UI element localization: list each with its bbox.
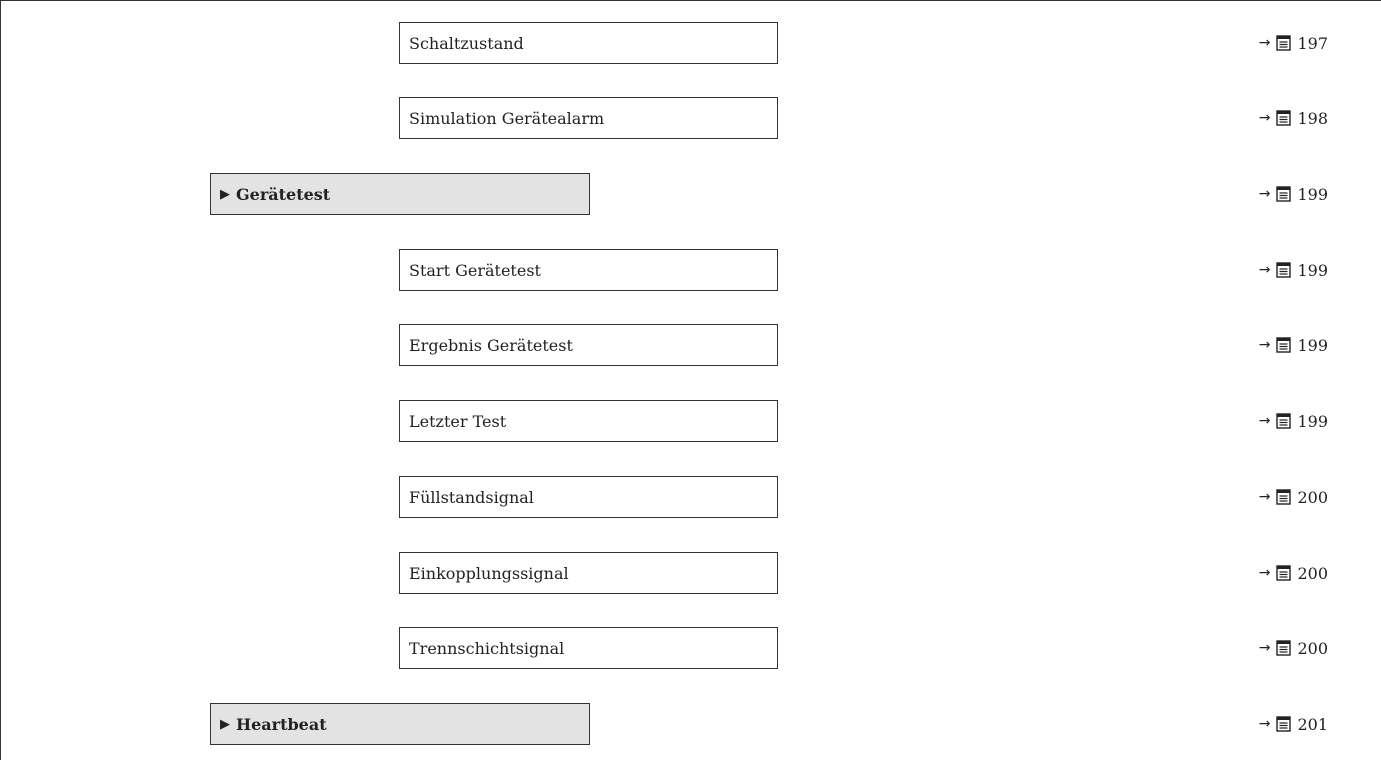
book-page-icon [1276,186,1292,202]
page-number: 198 [1297,108,1328,128]
page-reference[interactable]: → 198 [1259,97,1328,139]
menu-row[interactable]: Trennschichtsignal → 200 [0,627,1381,671]
submenu-row[interactable]: ▶ Heartbeat → 201 [0,703,1381,747]
book-page-icon [1276,413,1292,429]
book-page-icon [1276,35,1292,51]
parameter-box[interactable]: Trennschichtsignal [399,627,778,669]
parameter-box[interactable]: Schaltzustand [399,22,778,64]
arrow-icon: → [1258,110,1271,126]
book-page-icon [1276,640,1292,656]
page-reference[interactable]: → 197 [1259,22,1328,64]
page-number: 200 [1297,487,1328,507]
menu-row[interactable]: Start Gerätetest → 199 [0,249,1381,293]
parameter-box[interactable]: Füllstandsignal [399,476,778,518]
arrow-icon: → [1258,337,1271,353]
arrow-icon: → [1258,262,1271,278]
arrow-icon: → [1258,640,1271,656]
page-reference[interactable]: → 201 [1259,703,1328,745]
page-reference[interactable]: → 199 [1259,324,1328,366]
page-number: 199 [1297,184,1328,204]
page-reference[interactable]: → 199 [1259,400,1328,442]
page-reference[interactable]: → 200 [1259,627,1328,669]
menu-row[interactable]: Schaltzustand → 197 [0,22,1381,66]
parameter-label: Ergebnis Gerätetest [409,335,573,355]
book-page-icon [1276,110,1292,126]
submenu-row[interactable]: ▶ Gerätetest → 199 [0,173,1381,217]
parameter-label: Simulation Gerätealarm [409,108,605,128]
arrow-icon: → [1258,413,1271,429]
parameter-box[interactable]: Start Gerätetest [399,249,778,291]
page-reference[interactable]: → 199 [1259,249,1328,291]
submenu-label: Gerätetest [236,184,331,204]
parameter-label: Start Gerätetest [409,260,541,280]
page-reference[interactable]: → 200 [1259,552,1328,594]
parameter-label: Schaltzustand [409,33,524,53]
page-number: 201 [1297,714,1328,734]
arrow-icon: → [1258,489,1271,505]
arrow-icon: → [1258,565,1271,581]
menu-row[interactable]: Simulation Gerätealarm → 198 [0,97,1381,141]
page-reference[interactable]: → 199 [1259,173,1328,215]
triangle-right-icon: ▶ [220,716,230,732]
submenu-box[interactable]: ▶ Heartbeat [210,703,590,745]
parameter-label: Letzter Test [409,411,507,431]
menu-row[interactable]: Einkopplungssignal → 200 [0,552,1381,596]
book-page-icon [1276,489,1292,505]
page-number: 200 [1297,638,1328,658]
parameter-label: Einkopplungssignal [409,563,569,583]
page-reference[interactable]: → 200 [1259,476,1328,518]
arrow-icon: → [1258,35,1271,51]
page-number: 199 [1297,411,1328,431]
parameter-box[interactable]: Einkopplungssignal [399,552,778,594]
page-number: 197 [1297,33,1328,53]
menu-row[interactable]: Füllstandsignal → 200 [0,476,1381,520]
book-page-icon [1276,716,1292,732]
parameter-box[interactable]: Letzter Test [399,400,778,442]
page-number: 199 [1297,260,1328,280]
parameter-box[interactable]: Ergebnis Gerätetest [399,324,778,366]
top-rule [0,0,1381,1]
parameter-box[interactable]: Simulation Gerätealarm [399,97,778,139]
triangle-right-icon: ▶ [220,186,230,202]
page-number: 199 [1297,335,1328,355]
page-number: 200 [1297,563,1328,583]
parameter-label: Trennschichtsignal [409,638,565,658]
arrow-icon: → [1258,716,1271,732]
menu-row[interactable]: Ergebnis Gerätetest → 199 [0,324,1381,368]
book-page-icon [1276,565,1292,581]
book-page-icon [1276,337,1292,353]
arrow-icon: → [1258,186,1271,202]
submenu-box[interactable]: ▶ Gerätetest [210,173,590,215]
menu-row[interactable]: Letzter Test → 199 [0,400,1381,444]
submenu-label: Heartbeat [236,714,327,734]
book-page-icon [1276,262,1292,278]
parameter-label: Füllstandsignal [409,487,534,507]
